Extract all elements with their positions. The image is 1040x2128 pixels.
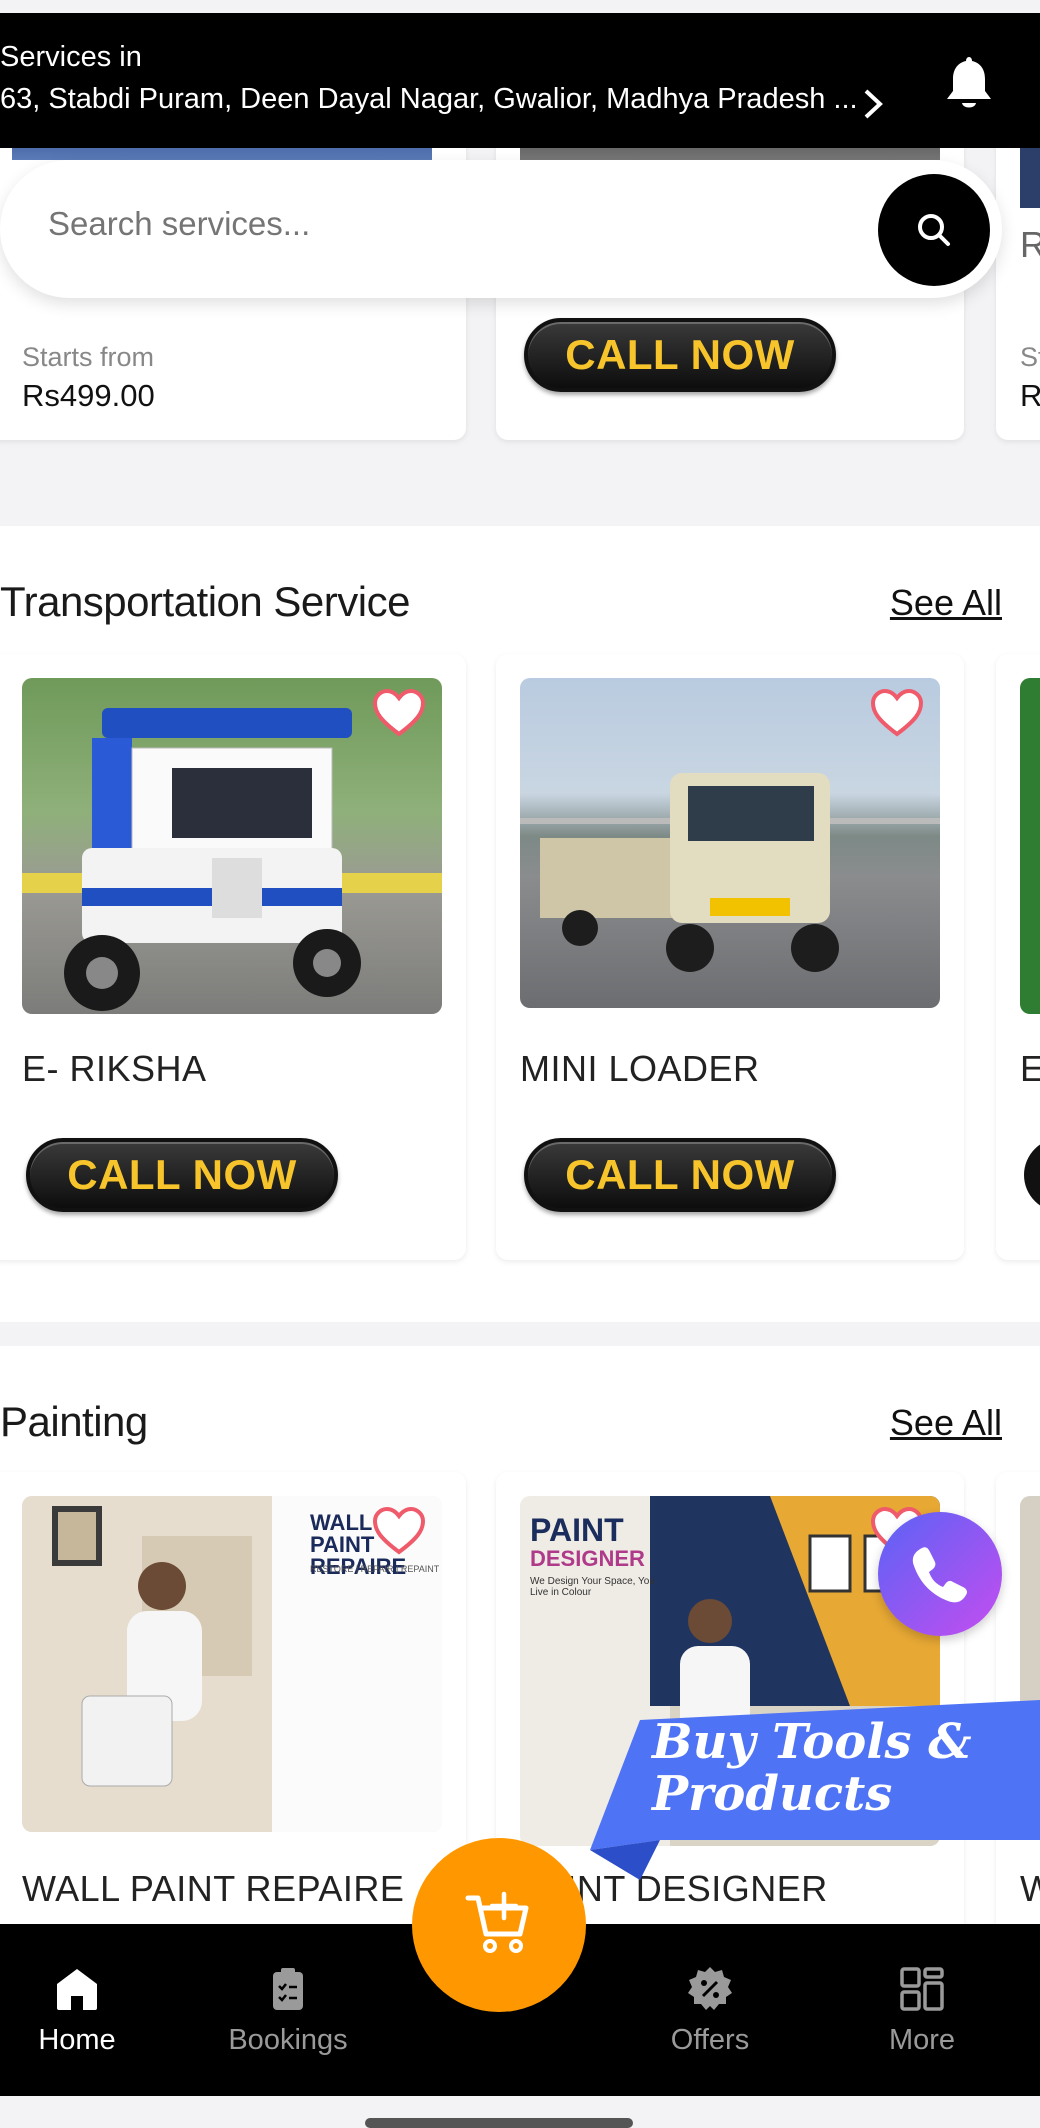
call-now-button[interactable]: CALL NOW — [26, 1138, 338, 1212]
section-title: Transportation Service — [0, 578, 410, 625]
see-all-link[interactable]: See All — [890, 1402, 1002, 1444]
starts-from-label: Starts from — [22, 342, 155, 372]
grid-icon — [900, 1967, 944, 2011]
search-icon — [918, 214, 950, 246]
poster-subtitle: RESTORE | REPAIR | REPAINT — [310, 1564, 440, 1574]
card-image-fragment — [1020, 678, 1040, 1014]
call-now-button[interactable]: CALL NOW — [524, 1138, 836, 1212]
service-card[interactable]: E — [996, 654, 1040, 1260]
phone-icon — [912, 1547, 967, 1603]
service-card-wall-paint[interactable]: WALL PAINT REPAIRE RESTORE | REPAIR | RE… — [0, 1472, 466, 1972]
add-to-cart-icon — [465, 1891, 529, 1953]
chevron-right-icon[interactable] — [860, 87, 886, 121]
poster-title-2: DESIGNER — [530, 1546, 645, 1571]
section-title: Painting — [0, 1398, 148, 1445]
location-header[interactable]: Services in 63, Stabdi Puram, Deen Dayal… — [0, 13, 1040, 148]
call-now-button-fragment[interactable] — [1024, 1138, 1040, 1212]
heart-icon[interactable] — [870, 688, 924, 738]
poster-title: PAINT — [530, 1512, 624, 1548]
service-card[interactable]: R St R — [996, 120, 1040, 440]
price: R — [1020, 378, 1040, 413]
card-title-fragment: E — [1020, 1048, 1040, 1089]
notification-bell-icon[interactable] — [944, 53, 994, 113]
poster-subtitle: We Design Your Space, You Live in Colour — [530, 1576, 655, 1598]
card-title-fragment: R — [1020, 224, 1040, 265]
clipboard-icon — [273, 1968, 303, 2010]
nav-offers[interactable]: Offers — [630, 1924, 790, 2096]
nav-bookings[interactable]: Bookings — [208, 1924, 368, 2096]
services-in-label: Services in — [0, 41, 142, 73]
nav-label: Bookings — [228, 2024, 348, 2056]
search-input[interactable] — [46, 204, 850, 244]
nav-home[interactable]: Home — [0, 1924, 157, 2096]
promo-text[interactable]: Buy Tools & Products — [652, 1716, 1040, 1820]
nav-label: Home — [38, 2024, 116, 2056]
home-icon — [57, 1969, 97, 2010]
heart-icon[interactable] — [372, 1506, 426, 1556]
search-bar[interactable] — [0, 160, 1002, 298]
call-fab[interactable] — [878, 1512, 1002, 1636]
card-title: WALL PAINT REPAIRE — [22, 1868, 405, 1909]
home-indicator[interactable] — [365, 2118, 633, 2128]
location-address[interactable]: 63, Stabdi Puram, Deen Dayal Nagar, Gwal… — [0, 83, 858, 116]
card-title: E- RIKSHA — [22, 1048, 207, 1089]
service-card-mini-loader[interactable]: MINI LOADER CALL NOW — [496, 654, 964, 1260]
system-home-bar — [0, 2096, 1040, 2128]
search-button[interactable] — [878, 174, 990, 286]
cart-fab[interactable] — [412, 1838, 586, 2012]
starts-from-label: St — [1020, 342, 1040, 372]
heart-icon[interactable] — [372, 688, 426, 738]
see-all-link[interactable]: See All — [890, 582, 1002, 624]
offer-badge-icon — [688, 1967, 732, 2010]
service-card-e-riksha[interactable]: E- RIKSHA CALL NOW — [0, 654, 466, 1260]
status-strip — [0, 0, 1040, 13]
nav-label: Offers — [670, 2024, 750, 2056]
price: Rs499.00 — [22, 378, 155, 413]
card-title: MINI LOADER — [520, 1048, 760, 1089]
nav-more[interactable]: More — [842, 1924, 1002, 2096]
nav-label: More — [888, 2024, 956, 2056]
call-now-button[interactable]: CALL NOW — [524, 318, 836, 392]
